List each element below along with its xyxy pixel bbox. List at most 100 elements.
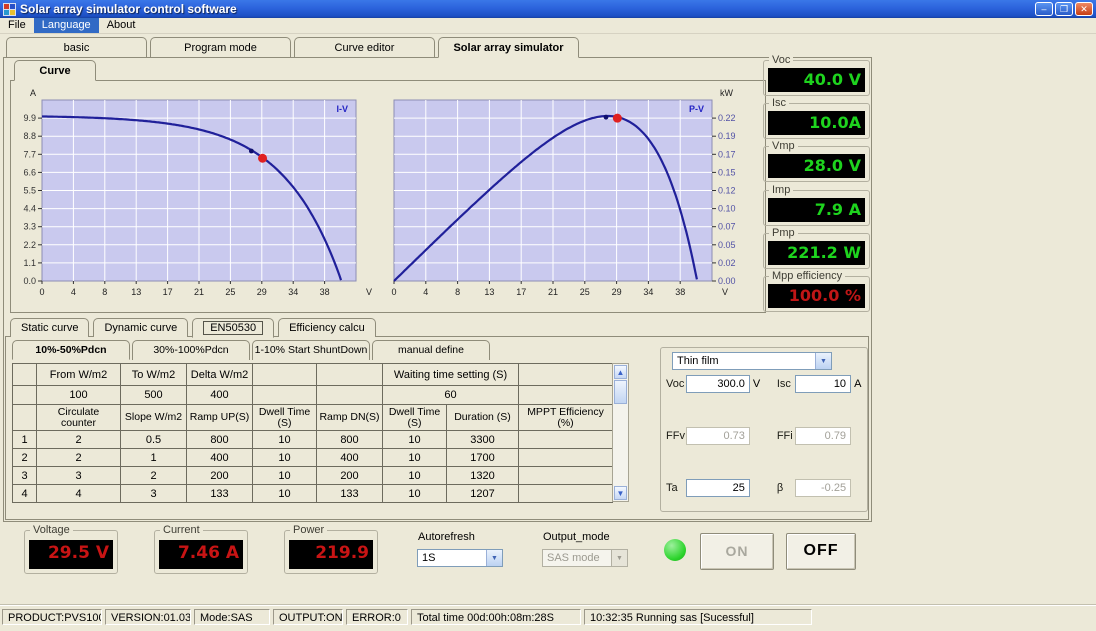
tab-curve-editor[interactable]: Curve editor bbox=[294, 37, 435, 57]
param-input-isc[interactable] bbox=[795, 375, 851, 393]
tab-solar-array-simulator[interactable]: Solar array simulator bbox=[438, 37, 579, 58]
svg-text:29: 29 bbox=[257, 287, 267, 297]
table-cell[interactable] bbox=[519, 431, 613, 449]
table-cell[interactable]: 60 bbox=[383, 386, 519, 405]
maximize-button[interactable]: ❐ bbox=[1055, 2, 1073, 16]
svg-text:13: 13 bbox=[131, 287, 141, 297]
table-cell[interactable]: 133 bbox=[187, 485, 253, 503]
scroll-thumb[interactable] bbox=[614, 380, 627, 404]
scroll-up-button[interactable]: ▲ bbox=[614, 365, 627, 379]
svg-text:25: 25 bbox=[580, 287, 590, 297]
output-status-indicator bbox=[664, 539, 686, 561]
readout-label: Mpp efficiency bbox=[769, 270, 845, 282]
meter-label: Current bbox=[160, 524, 203, 536]
table-cell[interactable]: 10 bbox=[253, 431, 317, 449]
menu-about[interactable]: About bbox=[99, 18, 144, 33]
on-button[interactable]: ON bbox=[700, 533, 774, 570]
off-button[interactable]: OFF bbox=[786, 533, 856, 570]
table-cell[interactable]: 200 bbox=[317, 467, 383, 485]
param-row: FFvFFi bbox=[666, 426, 864, 446]
tab-en50530[interactable]: EN50530 bbox=[192, 318, 274, 338]
status-segment: Mode:SAS bbox=[194, 609, 270, 625]
table-cell[interactable]: 2 bbox=[37, 449, 121, 467]
readout-mpp-efficiency: Mpp efficiency100.0 % bbox=[763, 276, 870, 312]
tab-static-curve[interactable]: Static curve bbox=[10, 318, 89, 337]
table-cell[interactable]: 10 bbox=[383, 431, 447, 449]
table-cell: Dwell Time (S) bbox=[253, 405, 317, 431]
table-cell[interactable]: 10 bbox=[253, 449, 317, 467]
table-cell[interactable]: 4 bbox=[37, 485, 121, 503]
readout-value: 100.0 % bbox=[768, 284, 865, 308]
param-input-ta[interactable] bbox=[686, 479, 750, 497]
svg-text:0.10: 0.10 bbox=[718, 204, 736, 214]
table-cell[interactable]: 133 bbox=[317, 485, 383, 503]
table-cell[interactable]: 2 bbox=[37, 431, 121, 449]
table-cell[interactable]: 10 bbox=[253, 467, 317, 485]
svg-text:0.07: 0.07 bbox=[718, 222, 736, 232]
table-cell[interactable]: 1700 bbox=[447, 449, 519, 467]
tab-efficiency-calcu[interactable]: Efficiency calcu bbox=[278, 318, 376, 337]
table-cell[interactable]: 400 bbox=[317, 449, 383, 467]
svg-text:4: 4 bbox=[71, 287, 76, 297]
table-cell[interactable]: 400 bbox=[187, 386, 253, 405]
svg-text:8.8: 8.8 bbox=[23, 131, 36, 141]
tab-basic[interactable]: basic bbox=[6, 37, 147, 57]
table-cell: Ramp DN(S) bbox=[317, 405, 383, 431]
table-cell: To W/m2 bbox=[121, 364, 187, 386]
subtab-1-10-start-shuntdown[interactable]: 1-10% Start ShuntDown bbox=[252, 340, 370, 360]
table-cell[interactable]: 100 bbox=[37, 386, 121, 405]
table-cell[interactable]: 1207 bbox=[447, 485, 519, 503]
table-cell[interactable]: 1320 bbox=[447, 467, 519, 485]
param-input-voc[interactable] bbox=[686, 375, 750, 393]
subtab-30-100-pdcn[interactable]: 30%-100%Pdcn bbox=[132, 340, 250, 360]
tab-program-mode[interactable]: Program mode bbox=[150, 37, 291, 57]
svg-text:34: 34 bbox=[643, 287, 653, 297]
output-mode-select-value: SAS mode bbox=[543, 552, 611, 564]
table-cell[interactable]: 400 bbox=[187, 449, 253, 467]
table-cell[interactable]: 10 bbox=[383, 485, 447, 503]
status-segment: OUTPUT:ON bbox=[273, 609, 343, 625]
param-input-ffv bbox=[686, 427, 750, 445]
table-cell[interactable]: 0.5 bbox=[121, 431, 187, 449]
tab-dynamic-curve[interactable]: Dynamic curve bbox=[93, 318, 188, 337]
table-cell[interactable]: 10 bbox=[253, 485, 317, 503]
svg-text:5.5: 5.5 bbox=[23, 186, 36, 196]
table-cell: Delta W/m2 bbox=[187, 364, 253, 386]
subtab-10-50-pdcn[interactable]: 10%-50%Pdcn bbox=[12, 340, 130, 360]
pv-curve-chart: 04813172125293438V0.220.190.170.150.120.… bbox=[386, 86, 750, 301]
table-cell[interactable]: 800 bbox=[317, 431, 383, 449]
autorefresh-select[interactable]: 1S bbox=[417, 549, 503, 567]
table-cell bbox=[253, 386, 317, 405]
menu-file[interactable]: File bbox=[0, 18, 34, 33]
table-cell[interactable]: 3 bbox=[37, 467, 121, 485]
svg-text:8: 8 bbox=[102, 287, 107, 297]
material-select[interactable]: Thin film bbox=[672, 352, 832, 370]
table-cell[interactable] bbox=[519, 467, 613, 485]
table-cell[interactable]: 1 bbox=[121, 449, 187, 467]
table-cell[interactable]: 10 bbox=[383, 449, 447, 467]
table-cell[interactable]: 2 bbox=[121, 467, 187, 485]
svg-text:13: 13 bbox=[484, 287, 494, 297]
chevron-down-icon[interactable] bbox=[815, 353, 831, 369]
meter-voltage: Voltage29.5 V bbox=[24, 530, 118, 574]
table-cell[interactable]: 200 bbox=[187, 467, 253, 485]
svg-text:V: V bbox=[722, 287, 728, 297]
table-scrollbar[interactable]: ▲ ▼ bbox=[612, 363, 629, 502]
table-cell[interactable] bbox=[519, 449, 613, 467]
autorefresh-select-value: 1S bbox=[418, 552, 486, 564]
table-cell[interactable]: 500 bbox=[121, 386, 187, 405]
scroll-down-button[interactable]: ▼ bbox=[614, 486, 627, 500]
menu-language[interactable]: Language bbox=[34, 18, 99, 33]
table-cell[interactable]: 3 bbox=[121, 485, 187, 503]
subtab-manual-define[interactable]: manual define bbox=[372, 340, 490, 360]
tab-curve[interactable]: Curve bbox=[14, 60, 96, 81]
chevron-down-icon[interactable] bbox=[486, 550, 502, 566]
table-cell[interactable]: 3300 bbox=[447, 431, 519, 449]
minimize-button[interactable]: – bbox=[1035, 2, 1053, 16]
table-cell[interactable]: 10 bbox=[383, 467, 447, 485]
readout-isc: Isc10.0A bbox=[763, 103, 870, 139]
close-button[interactable]: ✕ bbox=[1075, 2, 1093, 16]
table-cell[interactable]: 800 bbox=[187, 431, 253, 449]
svg-text:29: 29 bbox=[612, 287, 622, 297]
table-cell[interactable] bbox=[519, 485, 613, 503]
